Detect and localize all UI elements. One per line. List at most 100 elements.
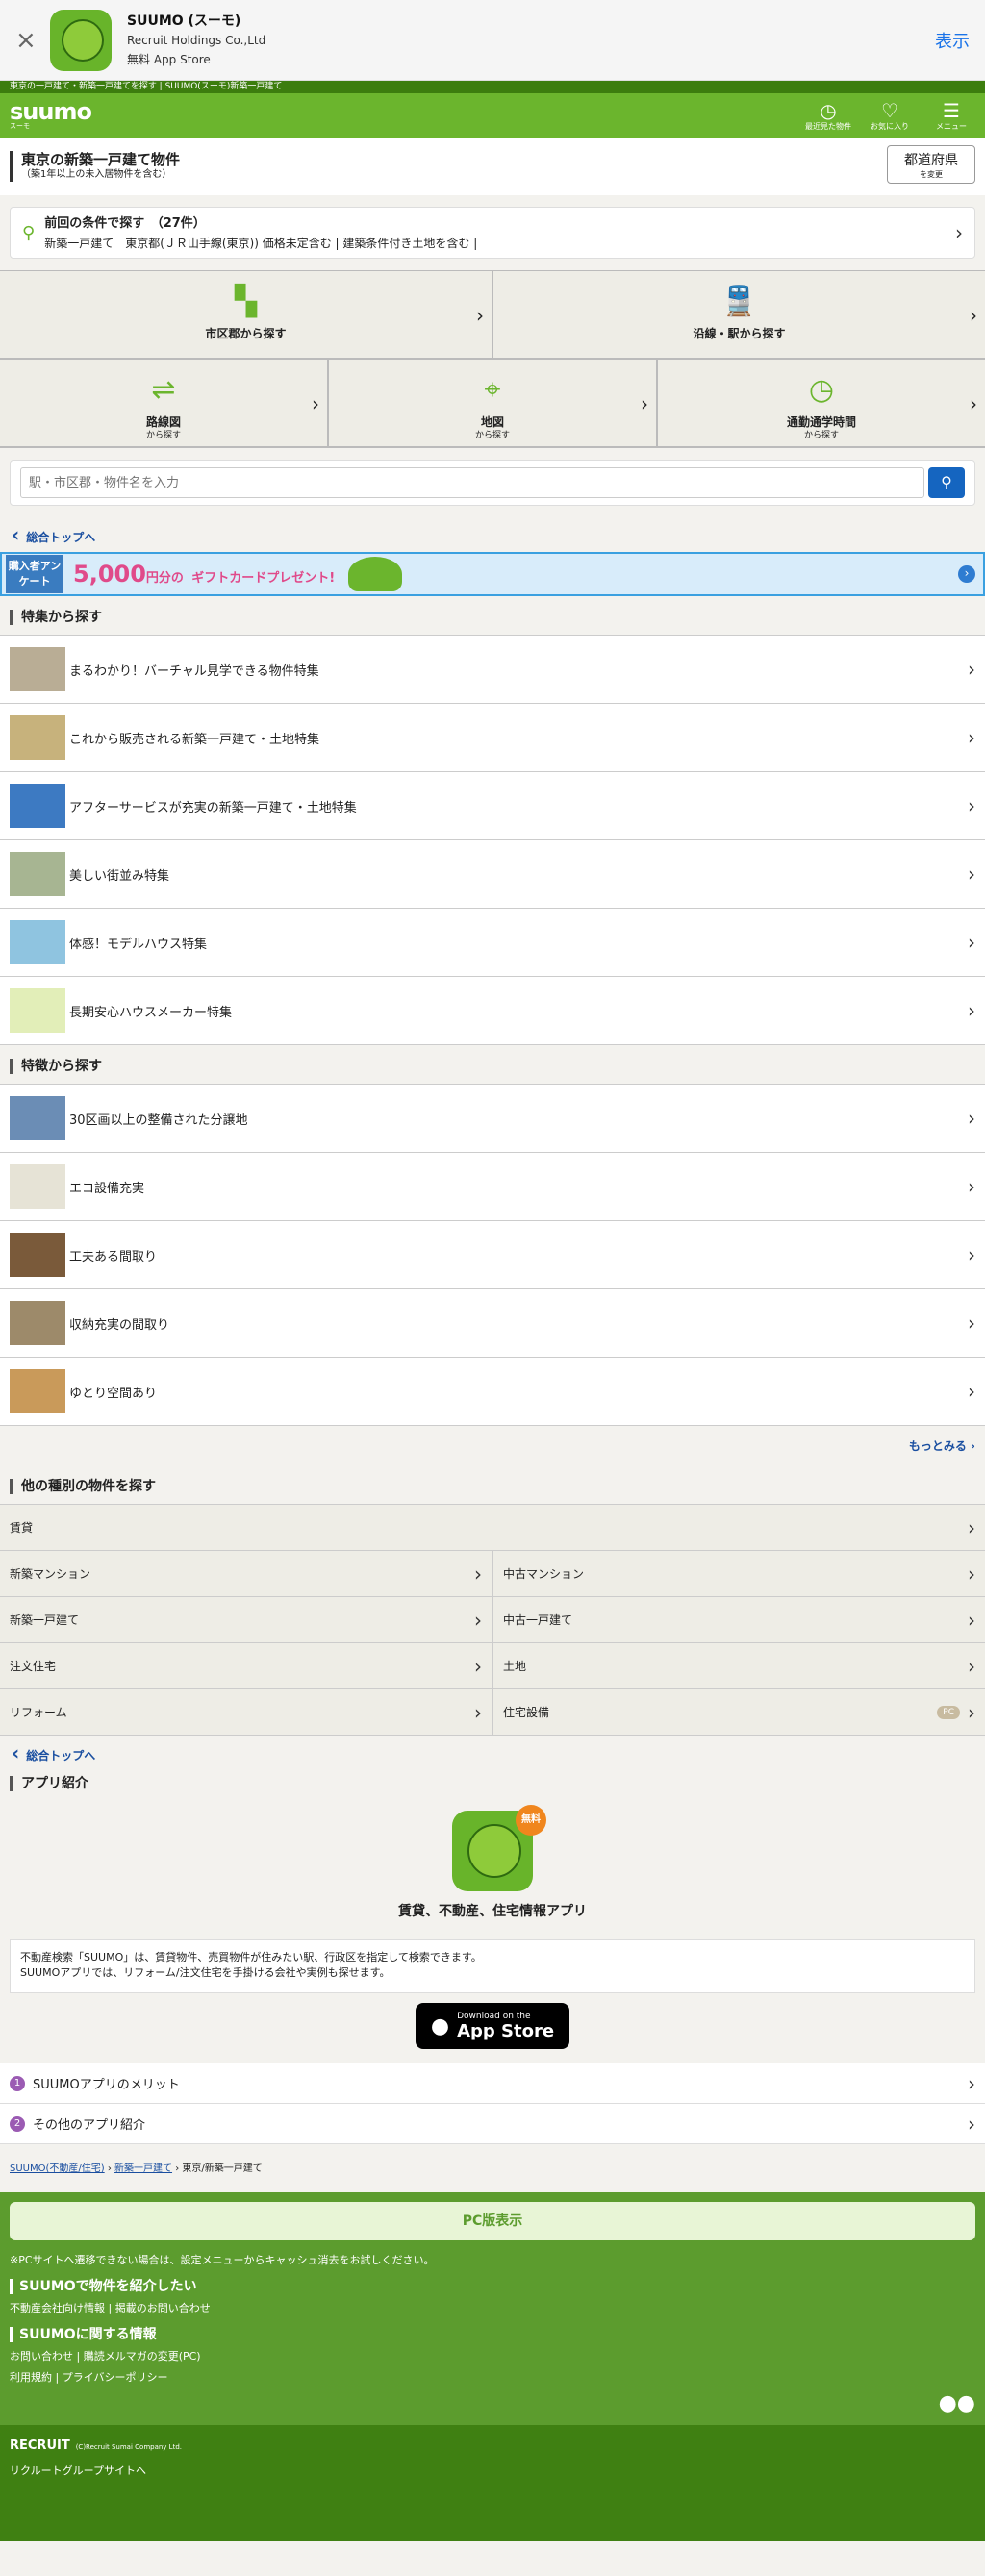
others-heading: 他の種別の物件を探す <box>10 1479 975 1494</box>
site-footer: PC版表示 ※PCサイトへ遷移できない場合は、設定メニューからキャッシュ消去をお… <box>0 2192 985 2425</box>
chevron-right-icon: › <box>312 392 319 415</box>
list-item[interactable]: 収納充実の間取り › <box>0 1289 985 1358</box>
tile-city[interactable]: ▚ 市区郡から探す › <box>0 271 493 360</box>
route-map-icon: ⇌ <box>151 373 176 407</box>
apple-icon: ● <box>430 2013 450 2038</box>
clock-icon: ◷ <box>820 98 837 122</box>
chevron-right-icon: › <box>641 392 648 415</box>
suumo-app-icon: 無料 <box>452 1805 546 1891</box>
traits-list: 30区画以上の整備された分譲地 › エコ設備充実 › 工夫ある間取り › 収納充実の間… <box>0 1084 985 1426</box>
grid-link[interactable]: 新築マンション › <box>0 1551 493 1596</box>
tile-commute[interactable]: ◷ 通勤通学時間 から探す › <box>658 360 985 448</box>
list-item[interactable]: ゆとり空間あり › <box>0 1358 985 1426</box>
menu-button[interactable]: ☰ メニュー <box>927 100 975 132</box>
grid-link[interactable]: 注文住宅 › <box>0 1643 493 1688</box>
previous-detail: 新築一戸建て 東京都(ＪＲ山手線(東京)) 価格未定含む | 建築条件付き土地を… <box>44 236 478 250</box>
thumbnail <box>10 1301 65 1345</box>
mascot-birds-icon: ●● <box>938 2391 975 2415</box>
list-item[interactable]: アフターサービスが充実の新築一戸建て・土地特集 › <box>0 772 985 840</box>
site-header: suumo スーモ ◷ 最近見た物件 ♡ お気に入り ☰ メニュー <box>0 93 985 138</box>
list-item[interactable]: 30区画以上の整備された分譲地 › <box>0 1085 985 1153</box>
search-box: ⚲ <box>10 460 975 506</box>
app-price: 無料 App Store <box>127 52 211 66</box>
traits-heading: 特徴から探す <box>10 1059 975 1074</box>
close-icon[interactable]: × <box>15 26 44 55</box>
copyright-bar: RECRUIT (C)Recruit Sumai Company Ltd. リクル… <box>0 2425 985 2541</box>
previous-heading: 前回の条件で探す （27件） <box>44 215 206 231</box>
menu-icon: ☰ <box>943 98 960 122</box>
list-item[interactable]: 工夫ある間取り › <box>0 1221 985 1289</box>
thumbnail <box>10 1164 65 1209</box>
app-title: SUUMO (スーモ) <box>127 13 241 29</box>
thumbnail <box>10 1369 65 1413</box>
grid-link[interactable]: 中古一戸建て › <box>493 1597 985 1642</box>
history-button[interactable]: ◷ 最近見た物件 <box>804 100 852 132</box>
back-to-top-link[interactable]: 総合トップへ <box>0 517 985 544</box>
thumbnail <box>10 852 65 896</box>
pc-badge: PC <box>937 1705 960 1719</box>
thumbnail <box>10 1096 65 1140</box>
grid-link[interactable]: リフォーム › <box>0 1689 493 1735</box>
app-intro: 無料 賃貸、不動産、住宅情報アプリ <box>0 1801 985 1930</box>
search-button[interactable]: ⚲ <box>928 467 965 498</box>
grid-link[interactable]: 住宅設備 PC › <box>493 1689 985 1735</box>
favorites-button[interactable]: ♡ お気に入り <box>866 100 914 132</box>
app-description: 不動産検索「SUUMO」は、賃貸物件、売買物件が住みたい駅、行政区を指定して検索… <box>10 1939 975 1993</box>
grid-link[interactable]: 中古マンション › <box>493 1551 985 1596</box>
grid-link[interactable]: 新築一戸建て › <box>0 1597 493 1642</box>
chevron-right-icon: › <box>970 392 977 415</box>
thumbnail <box>10 1233 65 1277</box>
more-link[interactable]: もっとみる › <box>0 1426 985 1465</box>
features-list: まるわかり！バーチャル見学できる物件特集 › これから販売される新築一戸建て・土地… <box>0 635 985 1045</box>
grid-link[interactable]: 土地 › <box>493 1643 985 1688</box>
top-breadcrumb: 東京の一戸建て・新築一戸建てを探す | SUUMO(スーモ)新築一戸建て <box>0 81 985 93</box>
list-item[interactable]: 1 SUUMOアプリのメリット › <box>0 2063 985 2104</box>
city-blocks-icon: ▚ <box>234 285 258 318</box>
pc-view-button[interactable]: PC版表示 <box>10 2202 975 2240</box>
list-item[interactable]: まるわかり！バーチャル見学できる物件特集 › <box>0 636 985 704</box>
list-item[interactable]: 2 その他のアプリ紹介 › <box>0 2104 985 2144</box>
app-company: Recruit Holdings Co.,Ltd <box>127 33 266 47</box>
chevron-right-icon: › <box>476 304 484 327</box>
app-heading: アプリ紹介 <box>10 1776 975 1791</box>
suumo-app-logo <box>50 9 112 71</box>
tile-route-map[interactable]: ⇌ 路線図 から探す › <box>0 360 329 448</box>
change-prefecture-button[interactable]: 都道府県 を変更 <box>887 145 975 184</box>
tile-line[interactable]: 🚆 沿線・駅から探す › <box>493 271 985 360</box>
list-item[interactable]: 長期安心ハウスメーカー特集 › <box>0 977 985 1045</box>
app-install-banner: × SUUMO (スーモ) Recruit Holdings Co.,Ltd 無… <box>0 0 985 81</box>
page-title: 東京の新築一戸建て物件 （築1年以上の未入居物件を含む） <box>10 151 180 182</box>
thumbnail <box>10 920 65 964</box>
app-store-button[interactable]: ● Download on the App Store <box>416 2003 569 2049</box>
search-icon: ⚲ <box>941 473 952 491</box>
thumbnail <box>10 784 65 828</box>
view-app-button[interactable]: 表示 <box>935 28 970 53</box>
group-site-link[interactable]: リクルートグループサイトへ <box>10 2463 975 2478</box>
list-item[interactable]: 体感！モデルハウス特集 › <box>0 909 985 977</box>
thumbnail <box>10 715 65 760</box>
chevron-right-icon: › <box>955 221 963 244</box>
breadcrumb: SUUMO(不動産/住宅) › 新築一戸建て › 東京/新築一戸建て <box>10 2163 263 2174</box>
list-item[interactable]: これから販売される新築一戸建て・土地特集 › <box>0 704 985 772</box>
search-input[interactable] <box>20 467 924 498</box>
clock-icon: ◷ <box>808 373 835 407</box>
list-item[interactable]: 美しい街並み特集 › <box>0 840 985 909</box>
chevron-right-icon: › <box>958 565 975 583</box>
tile-map[interactable]: ⌖ 地図 から探す › <box>329 360 658 448</box>
previous-search[interactable]: ⚲ 前回の条件で探す （27件） 新築一戸建て 東京都(ＪＲ山手線(東京)) 価… <box>10 207 975 259</box>
search-icon: ⚲ <box>22 222 36 243</box>
suumo-logo[interactable]: suumo スーモ <box>10 100 92 130</box>
train-icon: 🚆 <box>720 285 758 318</box>
app-info: SUUMO (スーモ) Recruit Holdings Co.,Ltd 無料 … <box>127 12 935 69</box>
thumbnail <box>10 988 65 1033</box>
app-links: 1 SUUMOアプリのメリット › 2 その他のアプリ紹介 › <box>0 2063 985 2144</box>
survey-banner[interactable]: 購入者アンケート 5,000円分の ギフトカードプレゼント! › <box>0 552 985 596</box>
heart-icon: ♡ <box>881 98 898 122</box>
other-types-grid: 賃貸 › 新築マンション › 中古マンション › 新築一戸建て › 中古一戸建て › 注文住宅… <box>0 1504 985 1736</box>
chevron-right-icon: › <box>970 304 977 327</box>
rent-link[interactable]: 賃貸 › <box>0 1505 985 1550</box>
list-item[interactable]: エコ設備充実 › <box>0 1153 985 1221</box>
map-pin-icon: ⌖ <box>484 373 501 407</box>
back-to-top-link[interactable]: 総合トップへ <box>0 1736 985 1763</box>
features-heading: 特集から探す <box>10 610 975 625</box>
